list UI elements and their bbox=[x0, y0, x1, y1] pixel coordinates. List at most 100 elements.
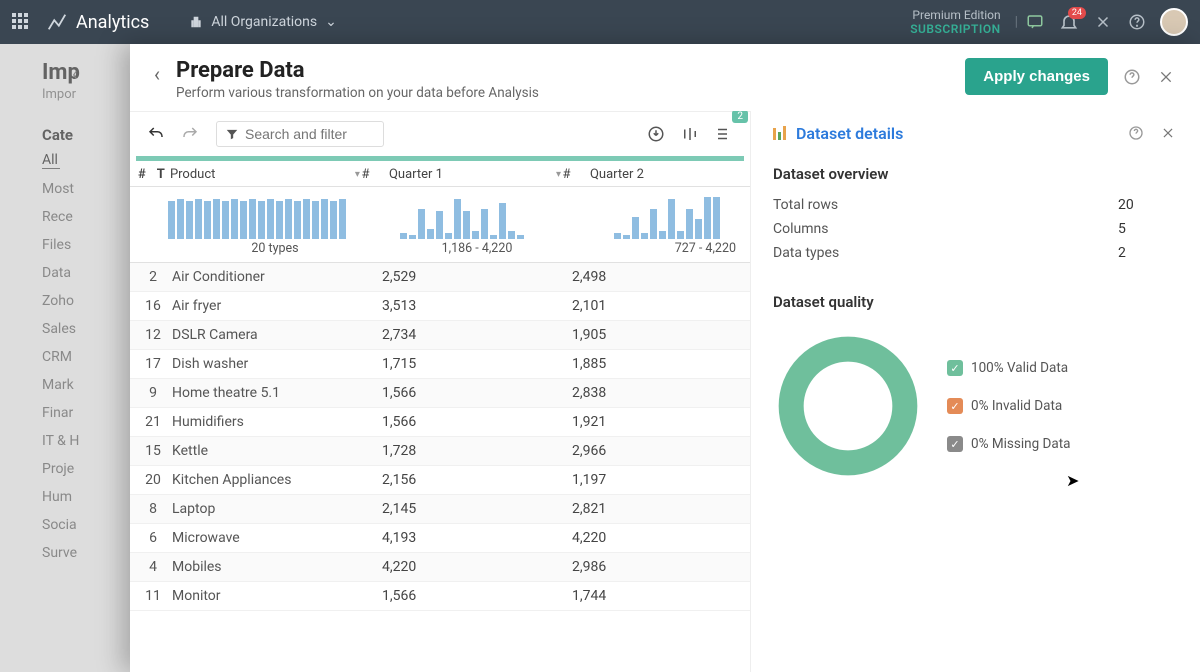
user-avatar[interactable] bbox=[1160, 8, 1188, 36]
rules-badge: 2 bbox=[732, 111, 748, 123]
table-row[interactable]: 21Humidifiers1,5661,921 bbox=[130, 408, 750, 437]
details-close-icon[interactable] bbox=[1158, 123, 1178, 143]
grid-toolbar: 2 bbox=[130, 112, 750, 156]
col-header-quarter2[interactable]: Quarter 2 bbox=[572, 167, 742, 182]
overview-heading: Dataset overview bbox=[773, 165, 1178, 183]
table-row[interactable]: 2Air Conditioner2,5292,498 bbox=[130, 263, 750, 292]
cell-product: Monitor bbox=[168, 588, 382, 604]
table-row[interactable]: 8Laptop2,1452,821 bbox=[130, 495, 750, 524]
cell-q2: 1,885 bbox=[572, 356, 742, 372]
table-row[interactable]: 15Kettle1,7282,966 bbox=[130, 437, 750, 466]
cell-product: Mobiles bbox=[168, 559, 382, 575]
brand[interactable]: Analytics bbox=[46, 11, 149, 33]
cell-index: 21 bbox=[138, 414, 168, 430]
undo-button[interactable] bbox=[142, 120, 170, 148]
org-selector[interactable]: All Organizations ⌄ bbox=[189, 14, 337, 30]
legend-valid: ✓100% Valid Data bbox=[947, 360, 1070, 376]
table-row[interactable]: 9Home theatre 5.11,5662,838 bbox=[130, 379, 750, 408]
legend-missing: ✓0% Missing Data bbox=[947, 436, 1070, 452]
details-logo-icon bbox=[773, 126, 786, 140]
sheet-back-button[interactable]: ‹ bbox=[154, 62, 160, 86]
cell-index: 11 bbox=[138, 588, 168, 604]
sheet-title: Prepare Data bbox=[176, 58, 539, 83]
filter-icon bbox=[225, 127, 239, 141]
apps-grid-icon[interactable] bbox=[12, 13, 30, 31]
cell-q1: 2,734 bbox=[382, 327, 572, 343]
cell-q2: 2,838 bbox=[572, 385, 742, 401]
cell-q1: 2,529 bbox=[382, 269, 572, 285]
caption-q2: 727 - 4,220 bbox=[572, 241, 742, 256]
top-navbar: Analytics All Organizations ⌄ Premium Ed… bbox=[0, 0, 1200, 44]
cell-q1: 4,193 bbox=[382, 530, 572, 546]
col-header-product[interactable]: Product▾ bbox=[170, 167, 360, 182]
quality-donut-chart bbox=[773, 331, 923, 481]
cell-product: DSLR Camera bbox=[168, 327, 382, 343]
col-header-q2-type[interactable]: # bbox=[561, 167, 572, 182]
table-row[interactable]: 20Kitchen Appliances2,1561,197 bbox=[130, 466, 750, 495]
notifications-icon[interactable]: 24 bbox=[1058, 11, 1080, 33]
sheet-subtitle: Perform various transformation on your d… bbox=[176, 85, 539, 101]
search-filter-box[interactable] bbox=[216, 121, 384, 147]
col-header-type[interactable]: T bbox=[157, 167, 170, 182]
table-row[interactable]: 4Mobiles4,2202,986 bbox=[130, 553, 750, 582]
sheet-header: ‹ Prepare Data Perform various transform… bbox=[130, 44, 1200, 111]
column-headers: # T Product▾ # Quarter 1▾ # Quarter 2 bbox=[130, 161, 750, 187]
tools-icon[interactable] bbox=[1092, 11, 1114, 33]
quality-heading: Dataset quality bbox=[773, 293, 1178, 311]
cell-index: 4 bbox=[138, 559, 168, 575]
cell-index: 9 bbox=[138, 385, 168, 401]
cell-product: Home theatre 5.1 bbox=[168, 385, 382, 401]
premium-line1: Premium Edition bbox=[910, 8, 1000, 22]
cell-q1: 2,156 bbox=[382, 472, 572, 488]
cell-product: Air Conditioner bbox=[168, 269, 382, 285]
histogram-product bbox=[168, 193, 382, 239]
cell-index: 2 bbox=[138, 269, 168, 285]
data-grid: 2 # T Product▾ # Quarter 1▾ # Quarter 2 bbox=[130, 111, 750, 672]
legend-invalid: ✓0% Invalid Data bbox=[947, 398, 1070, 414]
cell-product: Microwave bbox=[168, 530, 382, 546]
download-icon[interactable] bbox=[642, 120, 670, 148]
caption-q1: 1,186 - 4,220 bbox=[382, 241, 572, 256]
data-rows: 2Air Conditioner2,5292,49816Air fryer3,5… bbox=[130, 263, 750, 672]
chat-icon[interactable] bbox=[1024, 11, 1046, 33]
help-icon[interactable] bbox=[1126, 11, 1148, 33]
cell-q2: 2,966 bbox=[572, 443, 742, 459]
rules-icon[interactable]: 2 bbox=[710, 120, 738, 148]
col-header-index[interactable]: # bbox=[138, 167, 157, 182]
cell-product: Laptop bbox=[168, 501, 382, 517]
search-input[interactable] bbox=[245, 126, 375, 142]
col-header-quarter1[interactable]: Quarter 1▾ bbox=[371, 167, 561, 182]
sheet-close-icon[interactable] bbox=[1156, 67, 1176, 87]
table-row[interactable]: 6Microwave4,1934,220 bbox=[130, 524, 750, 553]
org-label: All Organizations bbox=[211, 14, 317, 30]
redo-button[interactable] bbox=[176, 120, 204, 148]
cell-index: 16 bbox=[138, 298, 168, 314]
table-row[interactable]: 16Air fryer3,5132,101 bbox=[130, 292, 750, 321]
table-row[interactable]: 11Monitor1,5661,744 bbox=[130, 582, 750, 611]
chevron-down-icon: ⌄ bbox=[325, 14, 337, 30]
notification-badge: 24 bbox=[1068, 7, 1086, 19]
cell-q2: 1,905 bbox=[572, 327, 742, 343]
cell-product: Air fryer bbox=[168, 298, 382, 314]
kv-data-types: Data types2 bbox=[773, 241, 1178, 265]
details-help-icon[interactable] bbox=[1126, 123, 1146, 143]
quality-legend: ✓100% Valid Data ✓0% Invalid Data ✓0% Mi… bbox=[947, 360, 1070, 452]
columns-icon[interactable] bbox=[676, 120, 704, 148]
prepare-data-sheet: ‹ Prepare Data Perform various transform… bbox=[130, 44, 1200, 672]
col-header-q1-type[interactable]: # bbox=[360, 167, 371, 182]
cell-q1: 1,728 bbox=[382, 443, 572, 459]
cell-product: Kitchen Appliances bbox=[168, 472, 382, 488]
analytics-logo-icon bbox=[46, 11, 68, 33]
cell-q1: 1,566 bbox=[382, 414, 572, 430]
cell-q1: 1,566 bbox=[382, 588, 572, 604]
apply-changes-button[interactable]: Apply changes bbox=[965, 58, 1108, 95]
table-row[interactable]: 12DSLR Camera2,7341,905 bbox=[130, 321, 750, 350]
brand-label: Analytics bbox=[76, 12, 149, 33]
cell-q2: 1,744 bbox=[572, 588, 742, 604]
cell-product: Humidifiers bbox=[168, 414, 382, 430]
histogram-captions: 20 types 1,186 - 4,220 727 - 4,220 bbox=[130, 241, 750, 263]
subscription-info[interactable]: Premium Edition SUBSCRIPTION bbox=[910, 8, 1000, 37]
kv-columns: Columns5 bbox=[773, 217, 1178, 241]
sheet-help-icon[interactable] bbox=[1122, 67, 1142, 87]
table-row[interactable]: 17Dish washer1,7151,885 bbox=[130, 350, 750, 379]
